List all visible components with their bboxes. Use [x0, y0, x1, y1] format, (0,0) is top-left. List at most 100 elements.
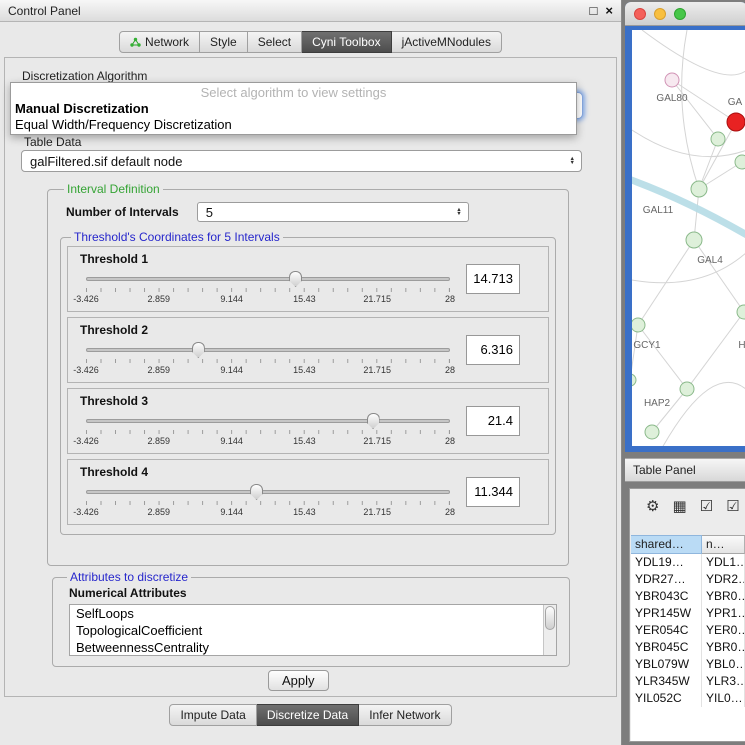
- num-intervals-select[interactable]: 5 ▲ ▼: [197, 202, 469, 222]
- table-cell[interactable]: YDR27…: [631, 571, 702, 588]
- select-columns-icon[interactable]: ☑: [700, 499, 713, 514]
- network-node[interactable]: [632, 318, 645, 332]
- table-cell[interactable]: YBR0…: [702, 588, 745, 605]
- table-cell[interactable]: YDR2…: [702, 571, 745, 588]
- threshold-value-input[interactable]: 14.713: [466, 264, 520, 294]
- threshold-row: -3.4262.8599.14415.4321.7152811.344: [68, 483, 548, 518]
- slider-ticks: [86, 430, 450, 434]
- network-node[interactable]: [737, 305, 745, 319]
- threshold-value-input[interactable]: 21.4: [466, 406, 520, 436]
- attributes-scrollbar[interactable]: [543, 605, 556, 655]
- table-cell[interactable]: YBR0…: [702, 639, 745, 656]
- network-node[interactable]: [735, 155, 745, 169]
- table-row[interactable]: YLR345WYLR3…: [631, 673, 745, 690]
- dropdown-option-equal-width-frequency-discretization[interactable]: Equal Width/Frequency Discretization: [11, 117, 576, 133]
- tab-style[interactable]: Style: [200, 31, 248, 53]
- network-node[interactable]: [686, 232, 702, 248]
- gear-icon[interactable]: ⚙: [646, 499, 659, 514]
- tab-select[interactable]: Select: [248, 31, 302, 53]
- threshold-slider[interactable]: [86, 412, 450, 429]
- column-header-n[interactable]: n…: [702, 535, 745, 554]
- table-cell[interactable]: YBR043C: [631, 588, 702, 605]
- network-node[interactable]: [680, 382, 694, 396]
- algorithm-group-title: Discretization Algorithm: [22, 69, 147, 83]
- control-panel-content: Discretization Algorithm Select algorith…: [4, 57, 617, 697]
- attribute-item-topologicalcoefficient[interactable]: TopologicalCoefficient: [70, 622, 556, 639]
- tab-infer-network[interactable]: Infer Network: [359, 704, 451, 726]
- tab-jactivemnodules[interactable]: jActiveMNodules: [392, 31, 502, 53]
- table-row[interactable]: YBR043CYBR0…: [631, 588, 745, 605]
- apply-button[interactable]: Apply: [268, 670, 329, 691]
- table-panel-window: ⚙▦☑☑ shared…n… YDL19…YDL1…YDR27…YDR2…YBR…: [629, 488, 745, 742]
- table-row[interactable]: YDL19…YDL1…: [631, 554, 745, 571]
- threshold-value-input[interactable]: 6.316: [466, 335, 520, 365]
- threshold-slider[interactable]: [86, 341, 450, 358]
- scale-tick-label: 15.43: [293, 507, 316, 517]
- network-node[interactable]: [645, 425, 659, 439]
- tab-network[interactable]: Network: [119, 31, 200, 53]
- tab-label: Cyni Toolbox: [312, 35, 380, 49]
- table-row[interactable]: YER054CYER0…: [631, 622, 745, 639]
- slider-scale-labels: -3.4262.8599.14415.4321.71528: [86, 294, 450, 305]
- table-row[interactable]: YBR045CYBR0…: [631, 639, 745, 656]
- slider-track[interactable]: [86, 490, 450, 494]
- table-cell[interactable]: YBL0…: [702, 656, 745, 673]
- table-cell[interactable]: YIL0…: [702, 690, 745, 707]
- close-window-icon[interactable]: ×: [605, 5, 613, 17]
- scrollbar-thumb[interactable]: [545, 606, 555, 630]
- threshold-slider[interactable]: [86, 483, 450, 500]
- scale-tick-label: -3.426: [73, 294, 99, 304]
- table-cell[interactable]: YDL19…: [631, 554, 702, 571]
- table-cell[interactable]: YLR3…: [702, 673, 745, 690]
- select-rows-icon[interactable]: ☑: [726, 499, 739, 514]
- table-row[interactable]: YDR27…YDR2…: [631, 571, 745, 588]
- network-node[interactable]: [711, 132, 725, 146]
- table-cell[interactable]: YPR145W: [631, 605, 702, 622]
- threshold-value-input[interactable]: 11.344: [466, 477, 520, 507]
- table-cell[interactable]: YPR1…: [702, 605, 745, 622]
- network-graph: GAL80GAGAL11GAL4GCY1HHAP2: [632, 30, 745, 446]
- table-row[interactable]: YPR145WYPR1…: [631, 605, 745, 622]
- scale-tick-label: -3.426: [73, 365, 99, 375]
- table-row[interactable]: YIL052CYIL0…: [631, 690, 745, 707]
- network-node-label: GCY1: [633, 340, 661, 351]
- attribute-item-selfloops[interactable]: SelfLoops: [70, 605, 556, 622]
- slider-thumb[interactable]: [192, 342, 205, 358]
- dropdown-option-manual-discretization[interactable]: Manual Discretization: [11, 101, 576, 117]
- traffic-light-zoom-icon[interactable]: [674, 8, 686, 20]
- traffic-light-minimize-icon[interactable]: [654, 8, 666, 20]
- tab-discretize-data[interactable]: Discretize Data: [257, 704, 359, 726]
- table-cell[interactable]: YIL052C: [631, 690, 702, 707]
- network-node[interactable]: [691, 181, 707, 197]
- network-canvas[interactable]: GAL80GAGAL11GAL4GCY1HHAP2: [632, 30, 745, 446]
- slider-thumb[interactable]: [367, 413, 380, 429]
- table-row[interactable]: YBL079WYBL0…: [631, 656, 745, 673]
- table-cell[interactable]: YER054C: [631, 622, 702, 639]
- table-cell[interactable]: YLR345W: [631, 673, 702, 690]
- attribute-item-betweennesscentrality[interactable]: BetweennessCentrality: [70, 639, 556, 656]
- tab-impute-data[interactable]: Impute Data: [169, 704, 256, 726]
- table-cell[interactable]: YBR045C: [631, 639, 702, 656]
- float-window-icon[interactable]: □: [590, 5, 598, 17]
- table-data-select[interactable]: galFiltered.sif default node ▲ ▼: [21, 150, 582, 172]
- tab-cyni-toolbox[interactable]: Cyni Toolbox: [302, 31, 391, 53]
- network-node[interactable]: [727, 113, 745, 131]
- threshold-slider[interactable]: [86, 270, 450, 287]
- table-cell[interactable]: YDL1…: [702, 554, 745, 571]
- slider-thumb[interactable]: [250, 484, 263, 500]
- network-node[interactable]: [665, 73, 679, 87]
- slider-track[interactable]: [86, 277, 450, 281]
- slider-thumb[interactable]: [289, 271, 302, 287]
- table-cell[interactable]: YER0…: [702, 622, 745, 639]
- stepper-arrows-icon: ▲ ▼: [453, 208, 464, 217]
- scale-tick-label: 2.859: [148, 436, 171, 446]
- columns-icon[interactable]: ▦: [672, 499, 686, 514]
- table-cell[interactable]: YBL079W: [631, 656, 702, 673]
- column-header-shared[interactable]: shared…: [631, 535, 702, 554]
- traffic-light-close-icon[interactable]: [634, 8, 646, 20]
- slider-track[interactable]: [86, 348, 450, 352]
- network-node[interactable]: [632, 374, 636, 386]
- attributes-list: SelfLoopsTopologicalCoefficientBetweenne…: [69, 604, 557, 656]
- slider-column: -3.4262.8599.14415.4321.71528: [86, 412, 450, 447]
- slider-track[interactable]: [86, 419, 450, 423]
